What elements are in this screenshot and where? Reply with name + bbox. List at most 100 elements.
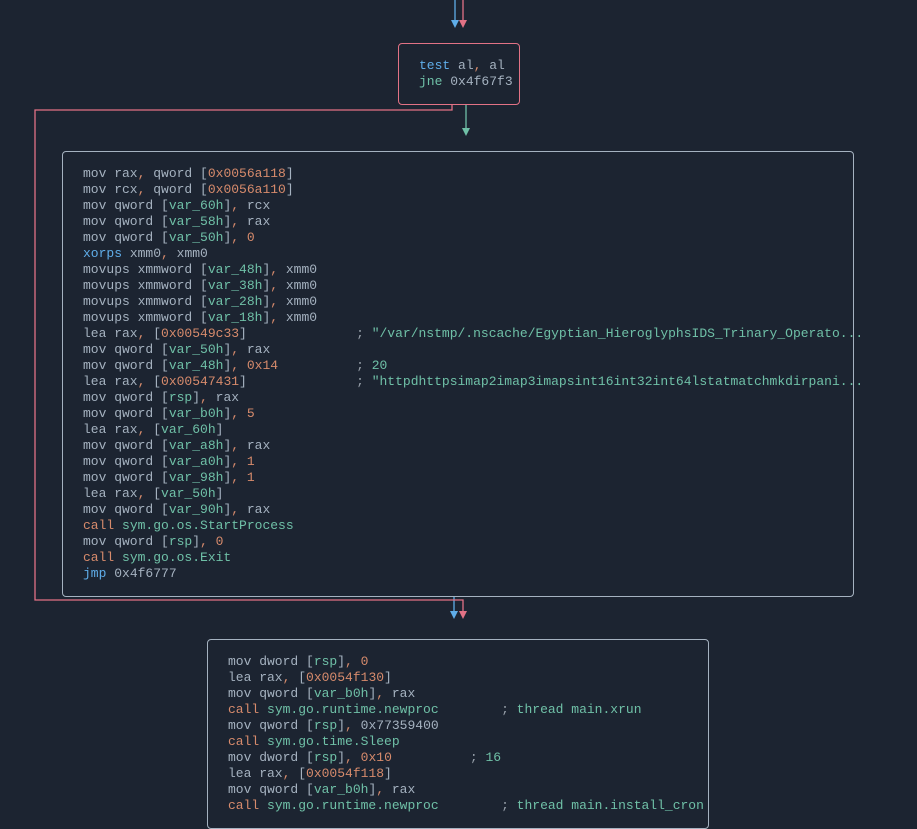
asm-token: 0x0054f118 bbox=[306, 766, 384, 781]
asm-token: , bbox=[231, 454, 239, 469]
asm-token: call bbox=[228, 734, 267, 749]
asm-token: rsp bbox=[314, 718, 337, 733]
asm-token: ; bbox=[501, 798, 517, 813]
asm-token: mov qword bbox=[83, 342, 161, 357]
asm-token: [ bbox=[200, 278, 208, 293]
asm-token: var_50h bbox=[169, 342, 224, 357]
asm-token: [ bbox=[200, 166, 208, 181]
asm-token: xorps bbox=[83, 246, 122, 261]
asm-token: 0x0056a118 bbox=[208, 166, 286, 181]
asm-token: "/var/nstmp/.nscache/Egyptian_Hieroglyph… bbox=[372, 326, 863, 341]
asm-token: rax bbox=[208, 390, 239, 405]
asm-token: var_18h bbox=[208, 310, 263, 325]
asm-token: , bbox=[231, 230, 239, 245]
asm-token: var_90h bbox=[169, 502, 224, 517]
asm-token: var_60h bbox=[169, 198, 224, 213]
asm-token: [ bbox=[200, 182, 208, 197]
asm-token: ] bbox=[384, 670, 392, 685]
asm-token: 0 bbox=[208, 534, 224, 549]
asm-token: rax bbox=[384, 686, 415, 701]
asm-token: [ bbox=[161, 406, 169, 421]
asm-token: xmm0 bbox=[278, 262, 317, 277]
asm-token: , bbox=[270, 294, 278, 309]
asm-token: 0x10 bbox=[353, 750, 470, 765]
asm-token: 0x00547431 bbox=[161, 374, 239, 389]
asm-token: xmm0 bbox=[122, 246, 161, 261]
asm-token: lea rax bbox=[228, 766, 283, 781]
asm-token: movups xmmword bbox=[83, 278, 200, 293]
asm-token: ] bbox=[216, 422, 224, 437]
asm-token: ] bbox=[286, 166, 294, 181]
asm-token: var_a8h bbox=[169, 438, 224, 453]
asm-token: 0x14 bbox=[239, 358, 356, 373]
asm-token: lea rax bbox=[83, 374, 138, 389]
asm-token: movups xmmword bbox=[83, 262, 200, 277]
asm-token: 1 bbox=[239, 454, 255, 469]
asm-token: ] bbox=[337, 654, 345, 669]
asm-token: rax bbox=[239, 214, 270, 229]
asm-token: qword bbox=[145, 182, 200, 197]
cfg-block-startprocess: mov rax, qword [0x0056a118] mov rcx, qwo… bbox=[62, 151, 854, 597]
asm-token: rax bbox=[384, 782, 415, 797]
asm-token: 0 bbox=[239, 230, 255, 245]
asm-token: mov qword bbox=[83, 438, 161, 453]
asm-token: , bbox=[231, 342, 239, 357]
asm-token: , bbox=[270, 278, 278, 293]
asm-token: ] bbox=[337, 718, 345, 733]
asm-token: , bbox=[376, 686, 384, 701]
asm-token: [ bbox=[290, 766, 306, 781]
asm-token: rcx bbox=[239, 198, 270, 213]
asm-token: test bbox=[419, 58, 450, 73]
asm-token: ] bbox=[192, 534, 200, 549]
asm-token: mov qword bbox=[228, 686, 306, 701]
asm-token: var_58h bbox=[169, 214, 224, 229]
asm-token: [ bbox=[161, 342, 169, 357]
asm-token: [ bbox=[161, 198, 169, 213]
asm-token: [ bbox=[161, 502, 169, 517]
asm-token: [ bbox=[161, 358, 169, 373]
asm-token: xmm0 bbox=[278, 294, 317, 309]
asm-token: 0x4f6777 bbox=[114, 566, 176, 581]
asm-token: [ bbox=[306, 654, 314, 669]
asm-token: , bbox=[231, 406, 239, 421]
asm-token: mov qword bbox=[83, 534, 161, 549]
asm-token: "httpdhttpsimap2imap3imapsint16int32int6… bbox=[372, 374, 863, 389]
asm-token: mov qword bbox=[83, 230, 161, 245]
asm-token: [ bbox=[161, 470, 169, 485]
asm-token: [ bbox=[200, 262, 208, 277]
asm-token: [ bbox=[200, 310, 208, 325]
asm-token: sym.go.os.StartProcess bbox=[122, 518, 294, 533]
asm-token: ; bbox=[356, 374, 372, 389]
asm-token: [ bbox=[161, 454, 169, 469]
asm-token: thread main.xrun bbox=[517, 702, 642, 717]
asm-token: xmm0 bbox=[278, 310, 317, 325]
asm-token: [ bbox=[290, 670, 306, 685]
asm-token: , bbox=[345, 750, 353, 765]
asm-token: xmm0 bbox=[169, 246, 208, 261]
asm-token: rax bbox=[239, 438, 270, 453]
asm-token: thread main.install_cron bbox=[517, 798, 704, 813]
asm-token: ] bbox=[239, 326, 356, 341]
asm-token: 5 bbox=[239, 406, 255, 421]
asm-token: call bbox=[83, 550, 122, 565]
asm-token: rax bbox=[239, 342, 270, 357]
asm-token: mov qword bbox=[83, 214, 161, 229]
asm-token: mov qword bbox=[83, 198, 161, 213]
asm-token: var_28h bbox=[208, 294, 263, 309]
asm-token: al bbox=[481, 58, 504, 73]
asm-token: jne bbox=[419, 74, 450, 89]
asm-token: , bbox=[270, 262, 278, 277]
asm-token: [ bbox=[306, 750, 314, 765]
asm-token: [ bbox=[145, 422, 161, 437]
asm-token: ] bbox=[192, 390, 200, 405]
cfg-block-newproc: mov dword [rsp], 0 lea rax, [0x0054f130]… bbox=[207, 639, 709, 829]
asm-token: var_38h bbox=[208, 278, 263, 293]
asm-token: mov qword bbox=[83, 502, 161, 517]
asm-token: [ bbox=[306, 686, 314, 701]
asm-token: , bbox=[231, 214, 239, 229]
asm-token: call bbox=[83, 518, 122, 533]
asm-token: [ bbox=[306, 782, 314, 797]
asm-token: mov qword bbox=[228, 718, 306, 733]
asm-token: var_b0h bbox=[314, 782, 369, 797]
asm-token: rsp bbox=[169, 534, 192, 549]
